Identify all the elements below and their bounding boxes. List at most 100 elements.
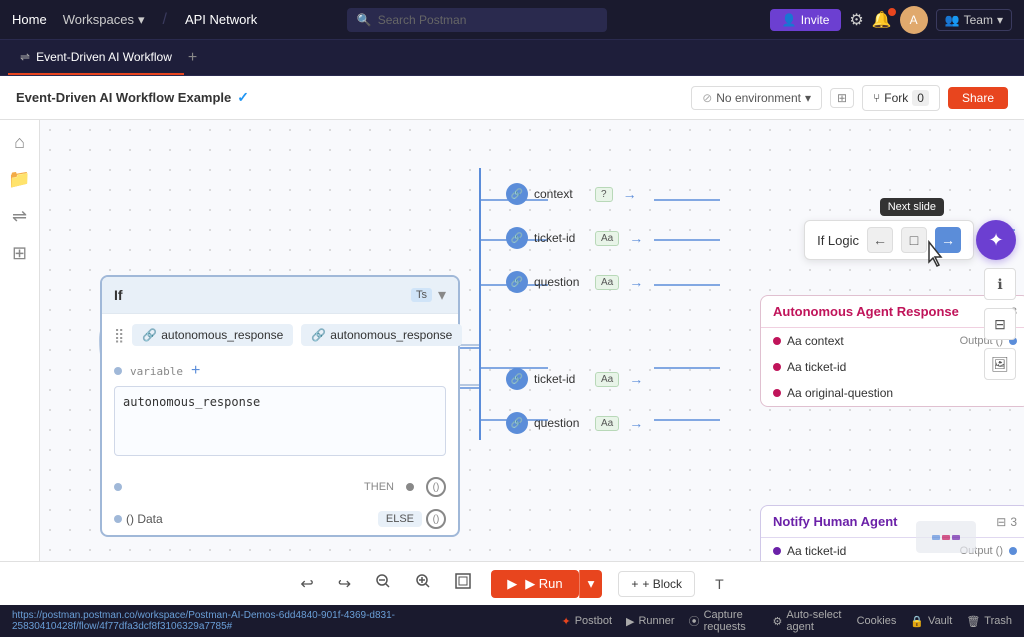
port-dot-out-notify xyxy=(1009,547,1017,555)
invite-button[interactable]: 👤 Invite xyxy=(770,9,842,31)
fork-icon: ⑂ xyxy=(873,91,880,105)
postbot-status[interactable]: ✦ Postbot xyxy=(561,609,612,633)
arrow-right-icon-2: → xyxy=(629,230,643,246)
home-button[interactable]: Home xyxy=(12,12,47,27)
team-icon: 👥 xyxy=(945,13,960,27)
top-nav: Home Workspaces ▾ / API Network 🔍 Search… xyxy=(0,0,1024,40)
then-circle: () xyxy=(426,477,446,497)
vault-status[interactable]: 🔒 Vault xyxy=(910,609,952,633)
port-dot-notify-ticket xyxy=(773,547,781,555)
trash-icon: 🗑 xyxy=(966,615,980,628)
expand-notify-icon[interactable]: ⊟ xyxy=(996,515,1006,529)
link-icon-question: 🔗 xyxy=(506,271,528,293)
chevron-down-icon[interactable]: ▾ xyxy=(438,285,446,305)
notify-box-header: Notify Human Agent ⊟ 3 xyxy=(761,506,1024,538)
run-button-group: ▶ ▶ Run ▾ xyxy=(491,570,602,598)
fab-right-button[interactable]: ✦ xyxy=(976,220,1016,260)
run-button[interactable]: ▶ ▶ Run xyxy=(491,570,578,598)
tab-event-driven[interactable]: ⇌ Event-Driven AI Workflow xyxy=(8,40,184,75)
left-sidebar: ⌂ 📁 ⇌ ⊞ xyxy=(0,120,40,561)
auto-select-status[interactable]: ⚙ Auto-select agent xyxy=(773,609,843,633)
info-panel-button[interactable]: ℹ xyxy=(984,268,1016,300)
undo-button[interactable]: ↩ xyxy=(296,570,317,598)
notify-row-ticket: Aa ticket-id Output () xyxy=(761,538,1024,561)
runner-icon: ▶ xyxy=(626,615,634,628)
port-dot-agent-ticket xyxy=(773,363,781,371)
flow-icon: ⇌ xyxy=(20,50,30,64)
arrow-right-icon: → xyxy=(623,186,637,202)
magic-icon: ✦ xyxy=(988,230,1003,251)
layout-icon[interactable]: ⊞ xyxy=(830,88,854,108)
tooltip-square-button[interactable]: □ xyxy=(901,227,927,253)
arrow-right-else: → xyxy=(629,371,643,387)
no-env-icon: ⊘ xyxy=(702,91,712,105)
tab-bar: ⇌ Event-Driven AI Workflow + xyxy=(0,40,1024,76)
sub-header-right: ⊘ No environment ▾ ⊞ ⑂ Fork 0 Share xyxy=(691,85,1008,111)
plus-icon-block: + xyxy=(631,577,638,591)
port-dot-agent-question xyxy=(773,389,781,397)
minimap xyxy=(916,521,976,553)
agent-row-question: Aa original-question xyxy=(761,380,1024,406)
top-right-actions: 👤 Invite ⚙ 🔔 A 👥 Team ▾ xyxy=(770,6,1012,34)
zoom-in-button[interactable] xyxy=(411,569,435,598)
link-icon-context: 🔗 xyxy=(506,183,528,205)
add-tab-button[interactable]: + xyxy=(184,49,201,67)
canvas-area: If Ts ▾ ⣿ 🔗 autonomous_response 🔗 autono… xyxy=(40,120,1024,561)
connector-context: 🔗 context ? → xyxy=(506,183,643,205)
redo-button[interactable]: ↪ xyxy=(334,570,355,598)
trash-status[interactable]: 🗑 Trash xyxy=(966,609,1012,633)
tooltip-back-button[interactable]: ← xyxy=(867,227,893,253)
columns-panel-button[interactable]: ⊟ xyxy=(984,308,1016,340)
runner-status[interactable]: ▶ Runner xyxy=(626,609,675,633)
api-network-label: API Network xyxy=(185,12,257,27)
bell-icon[interactable]: 🔔 xyxy=(872,10,892,30)
collections-sidebar-icon[interactable]: 📁 xyxy=(8,169,30,190)
zoom-out-button[interactable] xyxy=(371,569,395,598)
else-circle: () xyxy=(426,509,446,529)
grid-sidebar-icon[interactable]: ⊞ xyxy=(12,243,27,264)
connector-question-else: 🔗 question Aa → xyxy=(506,412,643,434)
environment-selector[interactable]: ⊘ No environment ▾ xyxy=(691,86,822,110)
home-sidebar-icon[interactable]: ⌂ xyxy=(14,132,25,153)
bottom-toolbar: ↩ ↪ ▶ ▶ Run ▾ + + Block T xyxy=(0,561,1024,605)
flows-sidebar-icon[interactable]: ⇌ xyxy=(12,206,27,227)
avatar[interactable]: A xyxy=(900,6,928,34)
if-node-header: If Ts ▾ xyxy=(102,277,458,314)
gear-icon[interactable]: ⚙ xyxy=(849,10,863,30)
run-dropdown-button[interactable]: ▾ xyxy=(579,570,603,598)
status-bar: https://postman.postman.co/workspace/Pos… xyxy=(0,605,1024,637)
search-icon: 🔍 xyxy=(357,13,372,27)
image-panel-button[interactable]: 🖼 xyxy=(984,348,1016,380)
condition-textarea[interactable] xyxy=(114,386,446,456)
textarea-area xyxy=(102,386,458,471)
port-dot-left xyxy=(114,367,122,375)
text-tool-button[interactable]: T xyxy=(711,572,728,596)
fork-button[interactable]: ⑂ Fork 0 xyxy=(862,85,940,111)
right-panel-icons: ℹ ⊟ 🖼 xyxy=(984,268,1016,380)
tooltip-forward-button[interactable]: → xyxy=(935,227,961,253)
port-dot-left-data xyxy=(114,515,122,523)
add-variable-button[interactable]: + xyxy=(191,362,200,380)
arrow-right-icon-3: → xyxy=(629,274,643,290)
block-button[interactable]: + + Block xyxy=(618,571,695,597)
capture-icon: ⦿ xyxy=(689,613,700,629)
sub-header-title: Event-Driven AI Workflow Example ✓ xyxy=(16,89,691,106)
share-button[interactable]: Share xyxy=(948,87,1008,109)
team-button[interactable]: 👥 Team ▾ xyxy=(936,9,1012,31)
capture-status[interactable]: ⦿ Capture requests xyxy=(689,609,759,633)
link-icon: 🔗 xyxy=(142,328,157,342)
play-icon: ▶ xyxy=(507,576,517,592)
link-icon-ticket-else: 🔗 xyxy=(506,368,528,390)
notify-controls: ⊟ 3 xyxy=(996,515,1017,529)
link-icon-question-else: 🔗 xyxy=(506,412,528,434)
then-bar: THEN () xyxy=(102,471,458,503)
search-bar[interactable]: 🔍 Search Postman xyxy=(347,8,607,32)
next-slide-tooltip: Next slide xyxy=(880,198,944,216)
connector-question: 🔗 question Aa → xyxy=(506,271,643,293)
drag-handle[interactable]: ⣿ xyxy=(114,327,124,344)
port-dot-left-then xyxy=(114,483,122,491)
workspaces-button[interactable]: Workspaces ▾ xyxy=(63,12,145,28)
connector-ticket-else: 🔗 ticket-id Aa → xyxy=(506,368,643,390)
cookies-status[interactable]: Cookies xyxy=(857,609,897,633)
fit-screen-button[interactable] xyxy=(451,569,475,598)
